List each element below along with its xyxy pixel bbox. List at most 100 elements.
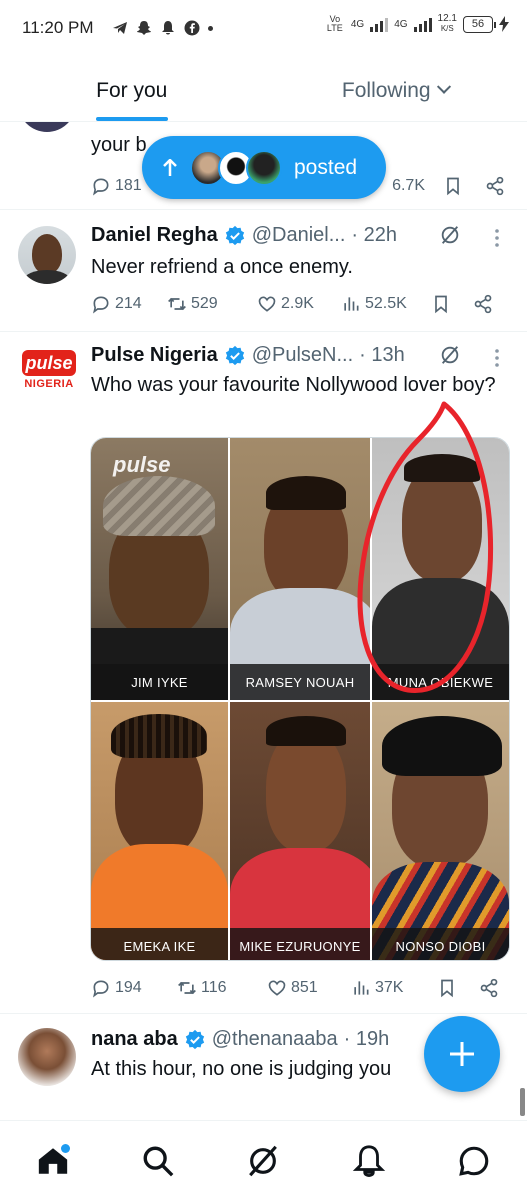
share-icon[interactable]: [485, 176, 505, 196]
views-button[interactable]: 6.7K: [392, 177, 425, 195]
views-button[interactable]: 37K: [351, 978, 437, 998]
portrait-cap: [103, 476, 215, 536]
like-count: 2.9K: [281, 295, 314, 312]
display-name[interactable]: Pulse Nigeria: [91, 344, 218, 367]
scrollbar-thumb[interactable]: [520, 1088, 525, 1116]
status-dot-icon: [207, 25, 213, 31]
network-type-1: 4G: [350, 18, 365, 30]
pill-label: posted: [294, 155, 358, 179]
timestamp: · 22h: [351, 224, 397, 246]
network-type-2: 4G: [394, 18, 408, 30]
more-options-icon[interactable]: [495, 348, 499, 368]
views-icon: [344, 297, 359, 311]
portrait-face: [266, 728, 346, 852]
verified-badge-icon: [225, 345, 244, 365]
tweet-text: Never refriend a once enemy.: [91, 256, 353, 278]
nav-notifications[interactable]: [344, 1136, 394, 1186]
avatar[interactable]: [18, 1028, 76, 1086]
bookmark-icon[interactable]: [443, 176, 463, 196]
tweet-header: nana aba @thenanaaba · 19h: [91, 1028, 389, 1051]
repost-button[interactable]: 529: [167, 294, 257, 314]
bookmark-icon[interactable]: [431, 294, 451, 314]
like-button[interactable]: 851: [267, 978, 351, 998]
avatar[interactable]: pulse NIGERIA: [18, 346, 80, 398]
timeline-tabs: For you Following: [0, 60, 527, 122]
portrait-cap: [382, 716, 502, 776]
reply-icon: [93, 296, 109, 314]
reply-button[interactable]: 214: [91, 294, 167, 314]
image-caption-5: MIKE EZURUONYE: [230, 928, 370, 960]
image-caption-6: NONSO DIOBI: [372, 928, 509, 960]
handle: @PulseN...: [251, 344, 354, 366]
heart-icon: [268, 980, 286, 996]
verified-badge-icon: [185, 1029, 204, 1049]
repost-button[interactable]: 116: [177, 978, 267, 998]
grok-icon[interactable]: [439, 344, 461, 366]
image-caption-1: JIM IYKE: [91, 664, 228, 700]
reply-button[interactable]: 181: [91, 176, 142, 196]
snapchat-icon: [136, 21, 151, 35]
display-name[interactable]: nana aba: [91, 1028, 178, 1051]
tweet-actions: 214 529 2.9K 52.5K: [91, 290, 505, 318]
media-cell-5: MIKE EZURUONYE: [230, 702, 370, 960]
media-cell-6: NONSO DIOBI: [372, 702, 509, 960]
timestamp: · 19h: [343, 1028, 390, 1050]
compose-post-button[interactable]: [424, 1016, 500, 1092]
facebook-icon: [184, 20, 200, 36]
repost-icon: [168, 297, 186, 311]
tab-following-label: Following: [341, 78, 431, 102]
status-time: 11:20 PM: [22, 18, 94, 37]
like-button[interactable]: 2.9K: [257, 294, 341, 314]
charging-bolt-icon: [499, 16, 509, 32]
tab-following[interactable]: Following: [264, 60, 527, 121]
nav-grok[interactable]: [238, 1136, 288, 1186]
display-name[interactable]: Daniel Regha: [91, 224, 218, 247]
nav-search[interactable]: [133, 1136, 183, 1186]
portrait-hair: [266, 716, 346, 746]
signal-2-icon: [413, 16, 432, 32]
views-icon: [354, 981, 369, 995]
reply-count: 214: [115, 295, 142, 312]
repost-count: 116: [201, 979, 227, 996]
bookmark-icon[interactable]: [437, 978, 457, 998]
tweet-actions: 194 116 851 37K: [91, 974, 505, 1002]
plus-icon: [450, 1042, 474, 1066]
tab-for-you[interactable]: For you: [0, 60, 264, 121]
media-cell-1: pulse JIM IYKE: [91, 438, 228, 700]
status-bar: 11:20 PM Vo LTE 4G 4G 12.1 K/S 56: [0, 0, 527, 56]
telegram-icon: [112, 22, 127, 34]
image-watermark: pulse: [113, 452, 171, 477]
signal-1-icon: [370, 16, 389, 32]
reply-button[interactable]: 194: [91, 978, 177, 998]
notification-bell-icon: [161, 21, 174, 35]
arrow-up-icon: [163, 158, 177, 176]
avatar-logo-text: pulse: [22, 350, 76, 376]
red-annotation-circle: [357, 401, 494, 693]
repost-icon: [178, 981, 196, 995]
nav-messages[interactable]: [449, 1136, 499, 1186]
battery-indicator: 56: [463, 15, 496, 33]
home-notification-dot: [60, 1143, 70, 1153]
new-posts-pill[interactable]: posted: [142, 136, 386, 199]
grok-icon[interactable]: [439, 224, 461, 246]
reply-icon: [93, 178, 109, 196]
search-icon: [143, 1146, 174, 1176]
views-count: 37K: [375, 979, 404, 996]
like-count: 851: [291, 979, 318, 996]
share-icon[interactable]: [473, 294, 493, 314]
handle: @thenanaaba: [211, 1028, 338, 1050]
repost-count: 529: [191, 295, 218, 312]
chevron-down-icon: [436, 79, 451, 94]
bottom-navigation: [0, 1120, 527, 1200]
more-options-icon[interactable]: [495, 228, 499, 248]
views-button[interactable]: 52.5K: [341, 294, 431, 314]
media-cell-4: EMEKA IKE: [91, 702, 228, 960]
avatar[interactable]: [18, 226, 76, 284]
tweet-header: Daniel Regha @Daniel... · 22h: [91, 224, 397, 247]
tweet-daniel-regha[interactable]: Daniel Regha @Daniel... · 22h Never refr…: [0, 210, 527, 332]
volte-label: Vo LTE: [326, 14, 343, 33]
nav-home[interactable]: [28, 1136, 78, 1186]
reply-icon: [93, 980, 109, 998]
tweet-header: Pulse Nigeria @PulseN... · 13h: [91, 344, 405, 367]
share-icon[interactable]: [479, 978, 499, 998]
